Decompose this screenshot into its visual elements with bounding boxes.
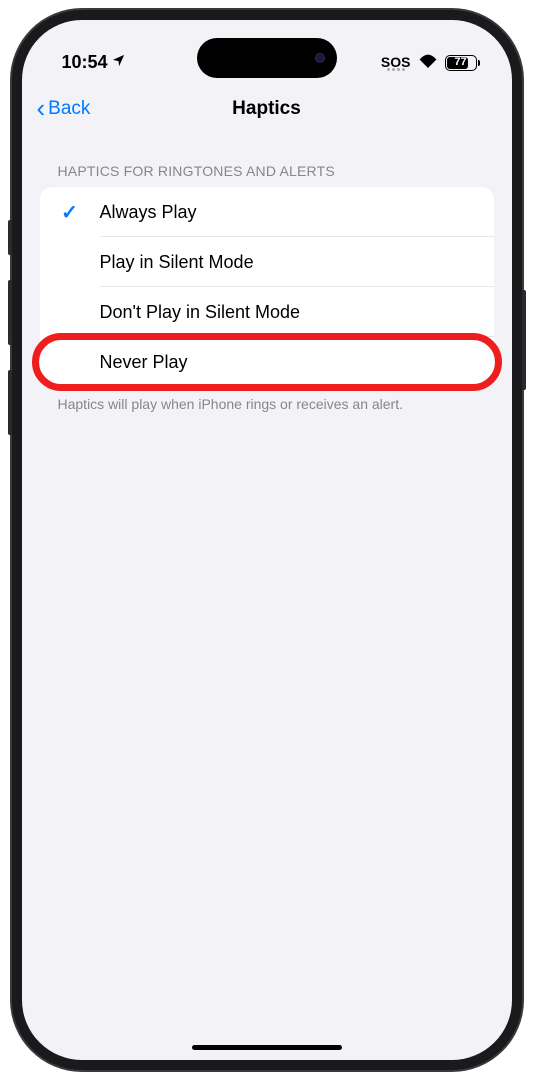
option-dont-play-silent[interactable]: Don't Play in Silent Mode <box>40 287 494 337</box>
option-play-silent[interactable]: Play in Silent Mode <box>40 237 494 287</box>
battery-icon: 77 <box>445 55 477 71</box>
status-time: 10:54 <box>62 52 108 73</box>
dynamic-island <box>197 38 337 78</box>
home-indicator[interactable] <box>192 1045 342 1050</box>
side-button-right <box>522 290 526 390</box>
navigation-bar: ‹ Back Haptics <box>22 85 512 133</box>
back-button[interactable]: ‹ Back <box>37 95 91 123</box>
option-always-play[interactable]: ✓ Always Play <box>40 187 494 237</box>
section-footer: Haptics will play when iPhone rings or r… <box>40 387 494 423</box>
option-label: Never Play <box>100 352 188 373</box>
phone-frame: 10:54 SOS 77 ‹ <box>12 10 522 1070</box>
checkmark-icon: ✓ <box>61 200 78 225</box>
battery-level: 77 <box>446 56 476 68</box>
screen: 10:54 SOS 77 ‹ <box>22 20 512 1060</box>
option-label: Play in Silent Mode <box>100 252 254 273</box>
back-label: Back <box>48 98 90 120</box>
option-never-play[interactable]: Never Play <box>40 337 494 387</box>
option-label: Don't Play in Silent Mode <box>100 302 301 323</box>
location-icon <box>111 52 126 73</box>
wifi-icon <box>418 52 438 73</box>
option-label: Always Play <box>100 202 197 223</box>
chevron-left-icon: ‹ <box>37 95 46 121</box>
haptics-options-list: ✓ Always Play Play in Silent Mode Don't … <box>40 187 494 387</box>
side-buttons-left <box>8 220 12 460</box>
page-title: Haptics <box>232 98 301 120</box>
section-header: HAPTICS FOR RINGTONES AND ALERTS <box>40 133 494 187</box>
